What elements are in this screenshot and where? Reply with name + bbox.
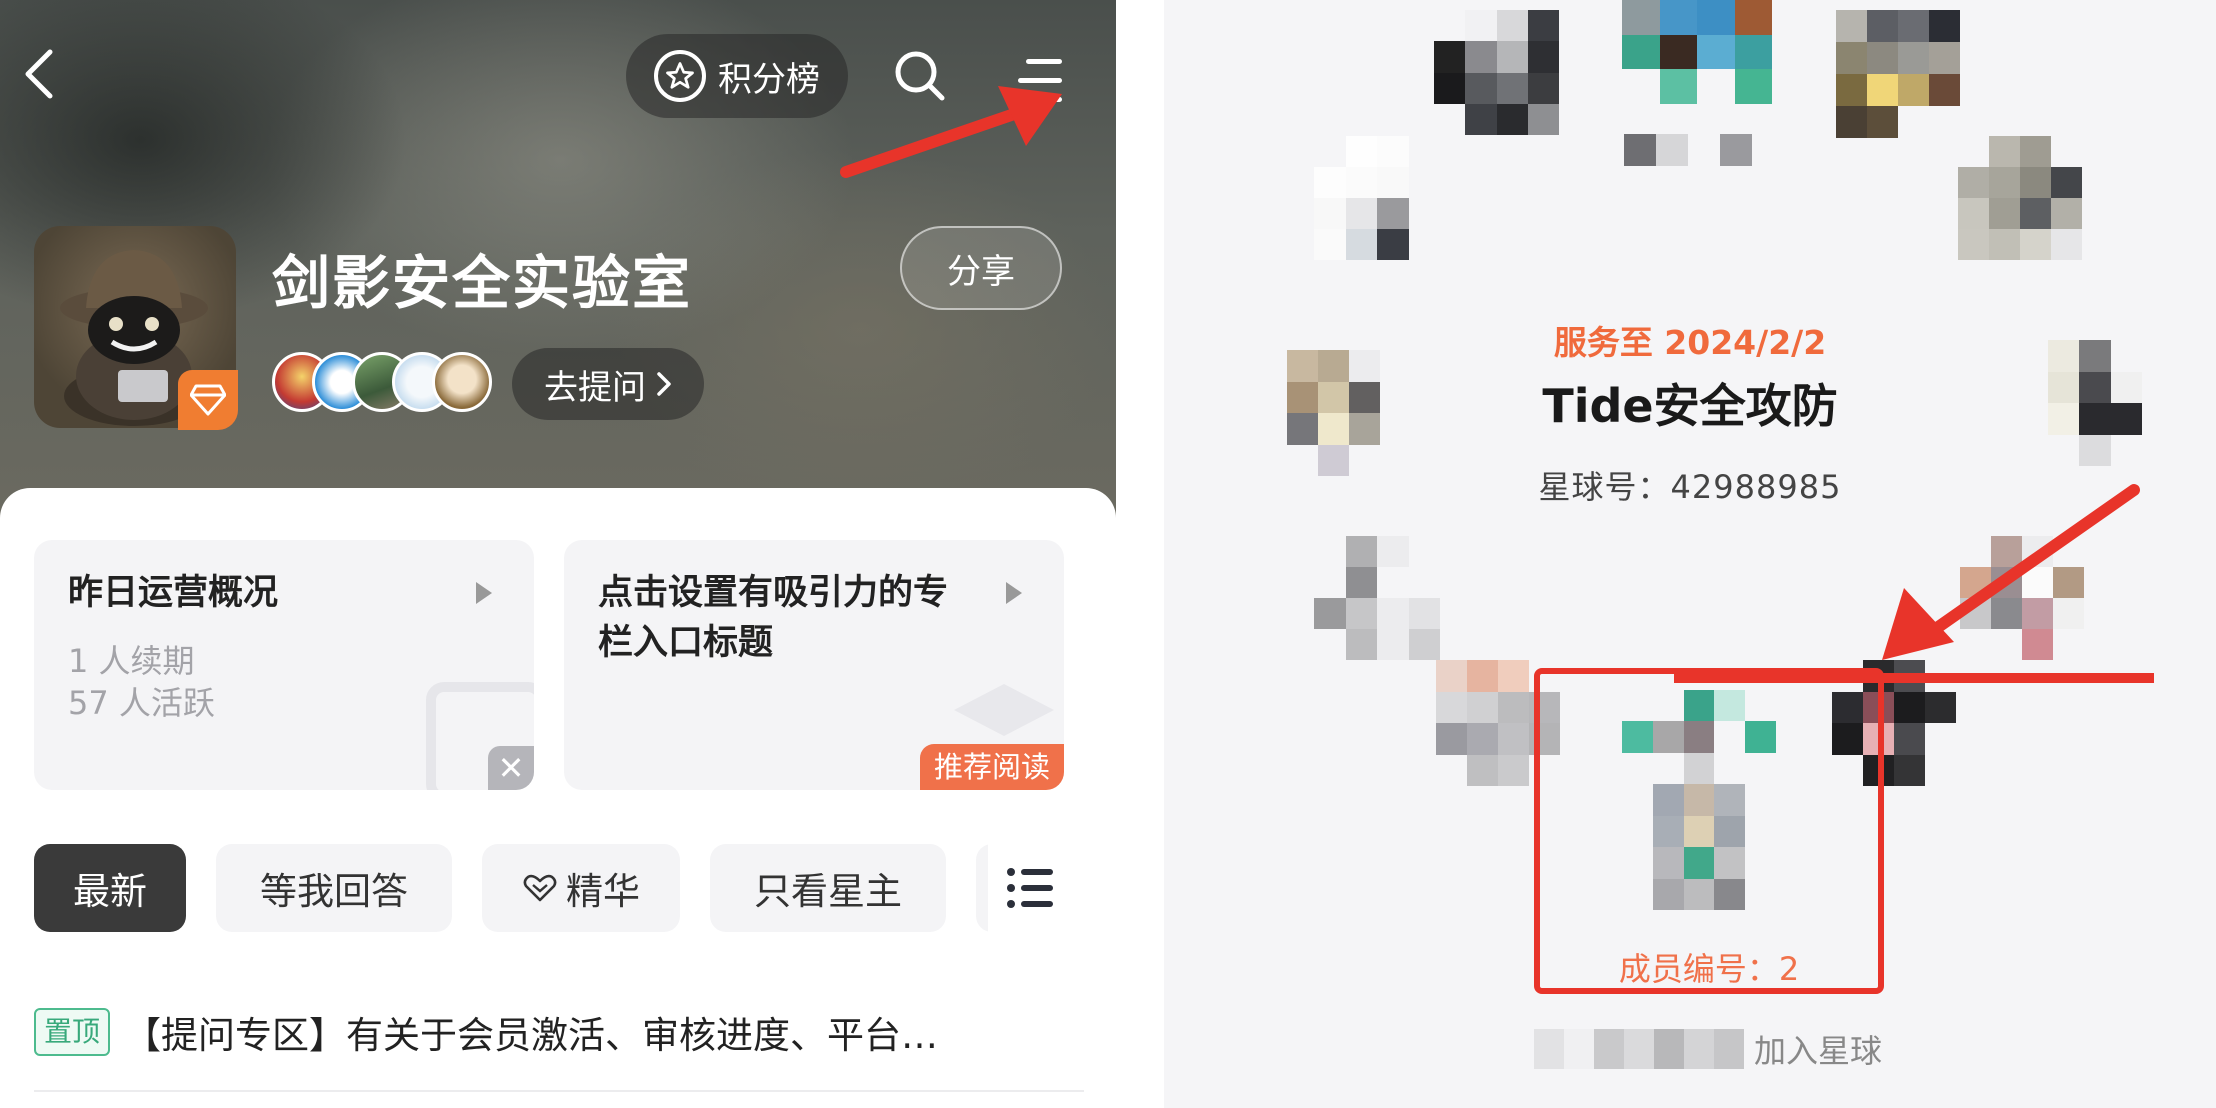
- pinned-post-title: 【提问专区】有关于会员激活、审核进度、平台…: [124, 1014, 939, 1057]
- divider: [34, 1090, 1084, 1092]
- annotation-arrow: [840, 86, 1062, 178]
- close-icon[interactable]: ✕: [488, 746, 534, 790]
- group-content: 昨日运营概况 1 人续期 57 人活跃 ✕ 点击设置有吸引力的专 栏入口标题 推…: [0, 488, 1116, 1108]
- book-icon: [954, 684, 1054, 736]
- join-planet-row[interactable]: 加入星球: [1534, 1024, 1954, 1074]
- avatar: [1958, 136, 2082, 260]
- joined-date-blur: [1534, 1029, 1744, 1069]
- group-header-background: 积分榜 剑影安全实验室 分享 去提问: [0, 0, 1116, 520]
- card-title-line2: 栏入口标题: [598, 623, 774, 663]
- chevron-left-icon: [25, 49, 53, 99]
- star-icon: [654, 50, 706, 102]
- chevron-right-icon: [657, 372, 671, 396]
- avatar: [1836, 10, 1960, 138]
- feed-tabs: 最新 等我回答 精华 只看星主: [34, 844, 1084, 934]
- card-title: 昨日运营概况: [68, 573, 279, 613]
- avatar-name-blur: [1624, 134, 1752, 166]
- avatar: [1434, 10, 1559, 135]
- tab-owner-only[interactable]: 只看星主: [710, 844, 946, 932]
- join-planet-label: 加入星球: [1754, 1032, 1883, 1070]
- recommend-tag: 推荐阅读: [919, 744, 1064, 790]
- share-button[interactable]: 分享: [900, 226, 1062, 310]
- avatar: [432, 352, 492, 412]
- pinned-badge: 置顶: [34, 1008, 111, 1056]
- diamond-icon: [178, 370, 238, 430]
- ask-question-label: 去提问: [544, 367, 646, 408]
- planet-card-panel: 服务至 2024/2/2 Tide安全攻防 星球号：42988985 成员编号：…: [1164, 0, 2216, 1108]
- member-number: 成员编号：2: [1618, 950, 1800, 988]
- screenshot-root: 积分榜 剑影安全实验室 分享 去提问 昨日运营概况 1 人续期 57 人活跃 ✕…: [0, 0, 2216, 1108]
- annotation-arrow: [1674, 484, 2154, 683]
- ask-question-button[interactable]: 去提问: [512, 348, 704, 420]
- list-icon: [1007, 868, 1053, 908]
- back-button[interactable]: [10, 44, 70, 104]
- planet-name: Tide安全攻防: [1542, 379, 1838, 433]
- tab-featured[interactable]: 精华: [482, 844, 680, 932]
- menu-icon: [1026, 58, 1062, 64]
- pinned-post[interactable]: 置顶 【提问专区】有关于会员激活、审核进度、平台…: [34, 1000, 1094, 1064]
- renewal-stat: 1 人续期: [68, 642, 195, 680]
- tab-waiting-answer[interactable]: 等我回答: [216, 844, 452, 932]
- group-home-panel: 积分榜 剑影安全实验室 分享 去提问 昨日运营概况 1 人续期 57 人活跃 ✕…: [0, 0, 1116, 1108]
- leaderboard-label: 积分榜: [718, 59, 820, 100]
- caret-right-icon: [1006, 582, 1022, 604]
- card-title-line1: 点击设置有吸引力的专: [598, 573, 949, 613]
- tab-more[interactable]: [976, 844, 1084, 932]
- member-avatar-stack[interactable]: [272, 352, 498, 414]
- active-stat: 57 人活跃: [68, 684, 215, 722]
- avatar: [1622, 0, 1772, 104]
- service-until-label: 服务至 2024/2/2: [1553, 323, 1827, 362]
- avatar: [1314, 136, 1440, 260]
- heart-diamond-icon: [523, 874, 557, 902]
- operations-overview-card[interactable]: 昨日运营概况 1 人续期 57 人活跃 ✕: [34, 540, 534, 790]
- caret-right-icon: [476, 582, 492, 604]
- tab-latest[interactable]: 最新: [34, 844, 186, 932]
- leaderboard-button[interactable]: 积分榜: [626, 34, 848, 118]
- avatar: [1314, 536, 1440, 660]
- group-title: 剑影安全实验室: [272, 249, 693, 317]
- panel-separator: [1116, 0, 1164, 1108]
- column-entry-card[interactable]: 点击设置有吸引力的专 栏入口标题 推荐阅读: [564, 540, 1064, 790]
- tab-featured-label: 精华: [566, 870, 640, 913]
